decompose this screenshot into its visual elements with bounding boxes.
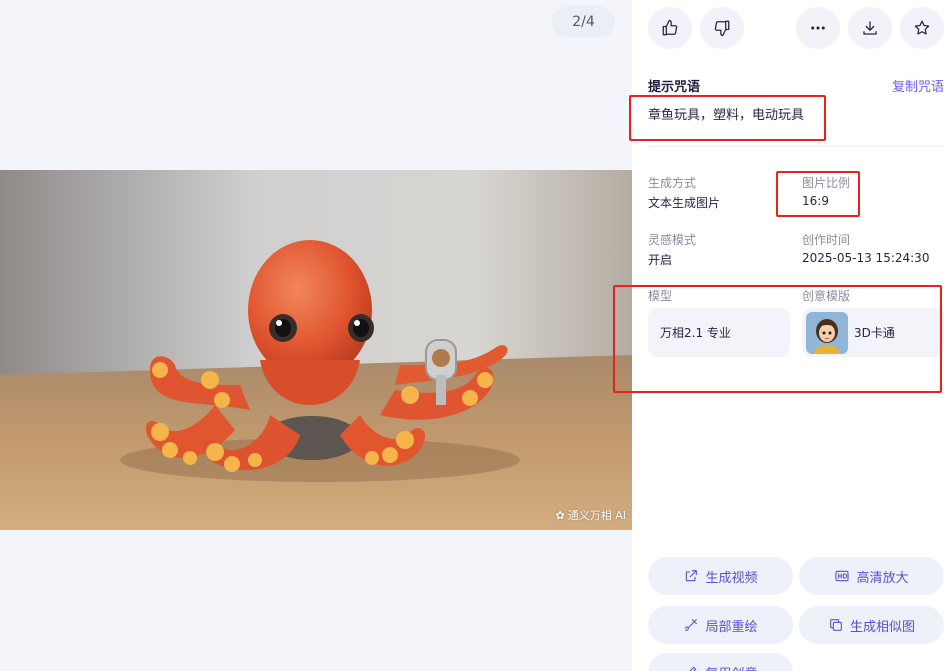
- hd-icon: [835, 570, 850, 582]
- more-horizontal-icon: [811, 26, 825, 30]
- generate-video-button[interactable]: 生成视频: [648, 557, 793, 595]
- upscale-button[interactable]: 高清放大: [799, 557, 944, 595]
- template-card[interactable]: 3D卡通: [802, 308, 944, 357]
- model-value: 万相2.1 专业: [660, 326, 731, 340]
- tongyi-logo-icon: ✿: [555, 508, 565, 522]
- more-button[interactable]: [796, 7, 840, 49]
- like-button[interactable]: [648, 7, 692, 49]
- template-thumbnail: [806, 311, 848, 354]
- prompt-text: 章鱼玩具，塑料，电动玩具: [648, 108, 805, 123]
- time-value: 2025-05-13 15:24:30: [802, 251, 930, 265]
- favorite-button[interactable]: [900, 7, 944, 49]
- generated-image[interactable]: ✿ 通义万相 AI: [0, 170, 632, 530]
- mode-value: 文本生成图片: [648, 196, 721, 210]
- reuse-idea-button[interactable]: 复用创意: [648, 653, 793, 671]
- inspire-label: 灵感模式: [648, 233, 697, 247]
- octopus-toy-image: [0, 170, 632, 530]
- image-counter: 2/4: [552, 6, 615, 38]
- copy-layers-icon: [830, 619, 842, 631]
- divider: [648, 146, 944, 147]
- ratio-label: 图片比例: [802, 176, 851, 190]
- time-label: 创作时间: [802, 233, 851, 247]
- cartoon-girl-avatar-icon: [806, 311, 848, 354]
- copy-prompt-link[interactable]: 复制咒语: [892, 76, 944, 95]
- share-export-icon: [686, 570, 698, 582]
- download-button[interactable]: [848, 7, 892, 49]
- generate-similar-button[interactable]: 生成相似图: [799, 606, 944, 644]
- thumbs-down-icon: [714, 20, 730, 37]
- thumbs-up-icon: [662, 19, 678, 36]
- detail-panel: 提示咒语 复制咒语 章鱼玩具，塑料，电动玩具 生成方式 文本生成图片 图片比例 …: [632, 0, 944, 671]
- inspire-value: 开启: [648, 253, 673, 267]
- watermark: ✿ 通义万相 AI: [555, 508, 626, 523]
- template-value: 3D卡通: [854, 326, 895, 340]
- model-card[interactable]: 万相2.1 专业: [648, 308, 790, 357]
- star-icon: [914, 20, 930, 35]
- download-icon: [863, 21, 877, 35]
- mode-label: 生成方式: [648, 176, 697, 190]
- ratio-value: 16:9: [802, 194, 829, 208]
- brush-icon: [685, 619, 698, 631]
- prompt-title: 提示咒语: [648, 80, 701, 95]
- dislike-button[interactable]: [700, 7, 744, 49]
- pencil-icon: [689, 666, 697, 671]
- image-preview-area: 2/4 ✿ 通义万相 AI: [0, 0, 632, 671]
- template-label: 创意模版: [802, 289, 851, 303]
- model-label: 模型: [648, 289, 673, 303]
- inpaint-button[interactable]: 局部重绘: [648, 606, 793, 644]
